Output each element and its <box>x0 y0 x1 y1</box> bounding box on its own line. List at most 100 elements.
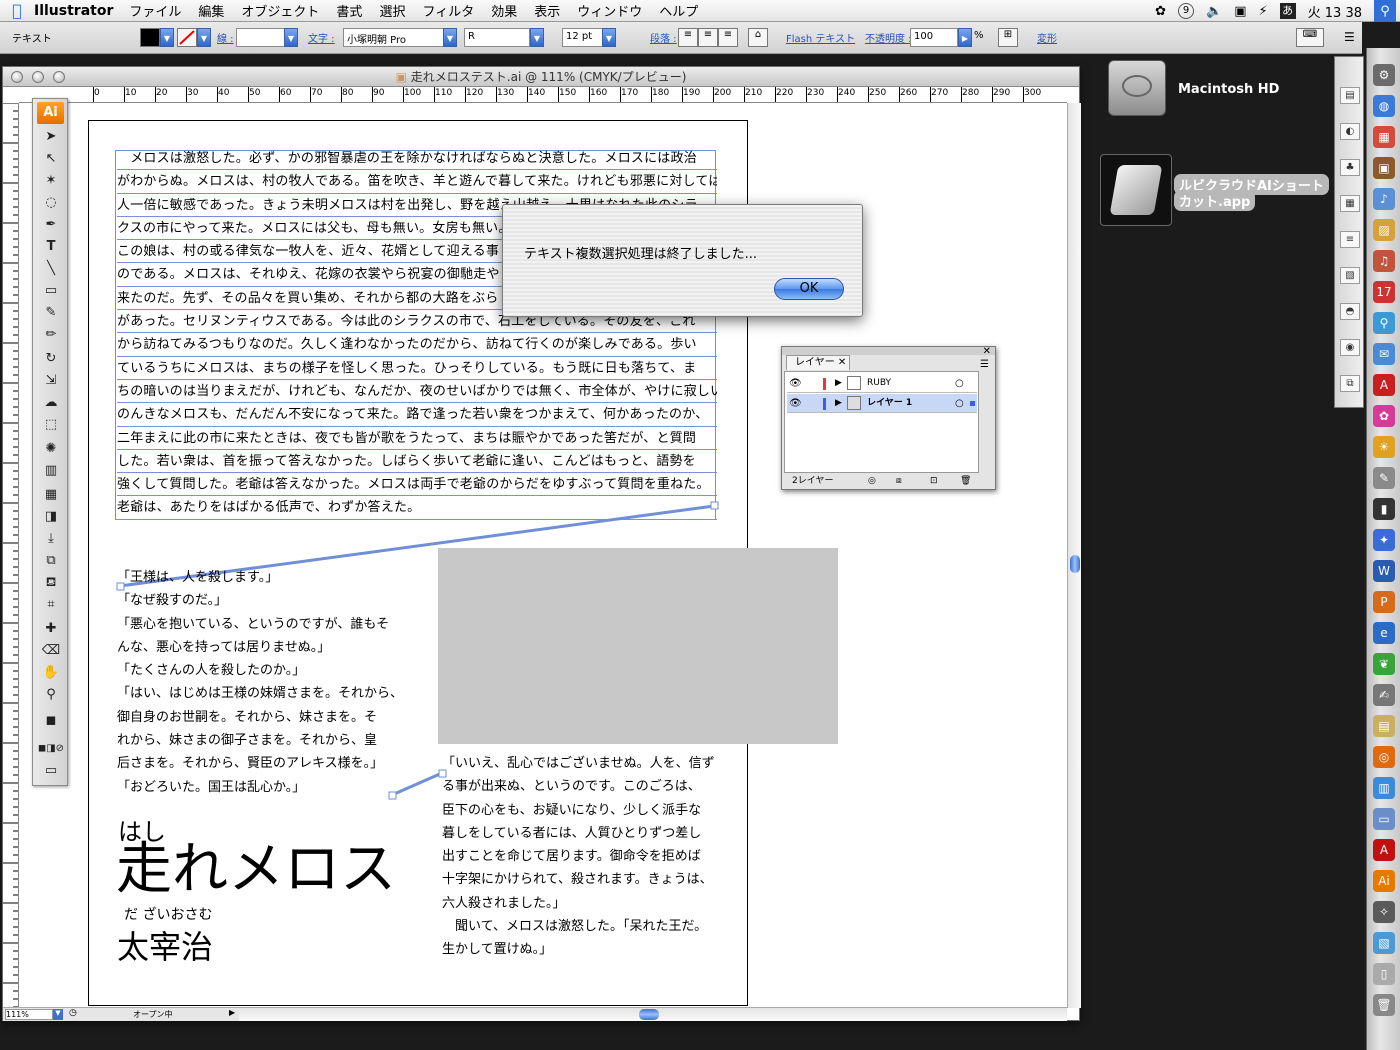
book-icon[interactable]: ▣ <box>1373 157 1395 179</box>
app-label-line2[interactable]: カット.app <box>1174 190 1256 211</box>
live-paint-tool-icon[interactable]: ⛾ <box>37 573 65 593</box>
pdf-icon[interactable]: A <box>1373 374 1395 396</box>
script-icon[interactable]: ✍ <box>1373 684 1395 706</box>
layer-name[interactable]: RUBY <box>867 374 891 393</box>
search-icon[interactable]: ⚲ <box>1373 312 1395 334</box>
warp-tool-icon[interactable]: ☁ <box>37 393 65 413</box>
hand-tool-icon[interactable]: ✋ <box>37 663 65 683</box>
panel-menu-icon[interactable]: ☰ <box>980 359 989 370</box>
rotate-tool-icon[interactable]: ↻ <box>37 349 65 369</box>
eye-icon[interactable]: 👁 <box>789 394 802 413</box>
w-icon[interactable]: W <box>1373 560 1395 582</box>
mesh-tool-icon[interactable]: ▦ <box>37 485 65 505</box>
chart-icon[interactable]: ▥ <box>1373 777 1395 799</box>
display-icon[interactable]: ▣ <box>1234 4 1246 19</box>
selection-tool-icon[interactable]: ➤ <box>37 127 65 147</box>
lasso-tool-icon[interactable]: ◌ <box>37 193 65 213</box>
terminal-icon[interactable]: ▮ <box>1373 498 1395 520</box>
panel-grip[interactable] <box>782 347 995 355</box>
graph-tool-icon[interactable]: ▥ <box>37 461 65 481</box>
target-icon[interactable]: ○ <box>955 394 964 413</box>
type-tool-icon[interactable]: T <box>37 237 65 257</box>
zoom-tool-icon[interactable]: ⚲ <box>37 685 65 705</box>
layer-row[interactable]: 👁 ▶ RUBY ○ <box>787 374 977 393</box>
paintbrush-tool-icon[interactable]: ✎ <box>37 303 65 323</box>
text-line[interactable]: 「悪心を抱いている、というのですが、誰もそ <box>117 613 403 636</box>
clipping-mask-icon[interactable]: ⧈ <box>896 474 902 488</box>
flower-icon[interactable]: ✿ <box>1373 405 1395 427</box>
docs-icon[interactable]: ▯ <box>1373 963 1395 985</box>
p-icon[interactable]: P <box>1373 591 1395 613</box>
slice-tool-icon[interactable]: ✚ <box>37 619 65 639</box>
ical-icon[interactable]: 17 <box>1373 281 1395 303</box>
selection-indicator[interactable] <box>970 401 975 406</box>
spotlight-icon[interactable]: ⚲ <box>1374 0 1396 22</box>
gear-icon[interactable]: ⚙ <box>1373 64 1395 86</box>
text-line[interactable]: んな、悪心を持っては居りませぬ。」 <box>117 636 403 659</box>
swatches-panel-icon[interactable]: ▤ <box>1340 87 1360 104</box>
new-layer-icon[interactable]: ⊡ <box>930 474 938 488</box>
direct-selection-tool-icon[interactable]: ↖ <box>37 149 65 169</box>
hard-drive-icon[interactable] <box>1108 60 1166 116</box>
eraser-tool-icon[interactable]: ⌫ <box>37 641 65 661</box>
sun-icon[interactable]: ☀ <box>1373 436 1395 458</box>
graphic-styles-icon[interactable]: ▦ <box>1340 195 1360 212</box>
expand-triangle-icon[interactable]: ▶ <box>835 374 842 393</box>
target-icon[interactable]: ○ <box>955 374 964 393</box>
ok-button[interactable]: OK <box>774 278 844 300</box>
input-method[interactable]: あ <box>1279 3 1296 19</box>
gradient-panel-icon[interactable]: ▧ <box>1340 267 1360 284</box>
layer-name[interactable]: レイヤー 1 <box>867 394 912 413</box>
blend-tool-icon[interactable]: ⧉ <box>37 551 65 571</box>
firefox-icon[interactable]: ◎ <box>1373 746 1395 768</box>
text-line[interactable]: 御自身のお世嗣を。それから、妹さまを。そ <box>117 706 403 729</box>
text-line[interactable]: 聞いて、メロスは激怒した。「呆れた王だ。 <box>442 915 715 938</box>
expand-triangle-icon[interactable]: ▶ <box>835 394 842 413</box>
text-line[interactable]: る事が出来ぬ、というのです。このごろは、 <box>442 775 715 798</box>
layer-row[interactable]: 👁 ▶ レイヤー 1 ○ <box>787 394 977 413</box>
author-name[interactable]: 太宰治 <box>117 922 213 968</box>
trash-icon[interactable]: 🗑 <box>1373 994 1395 1016</box>
globe-icon[interactable]: ◍ <box>1373 95 1395 117</box>
text-line[interactable]: 生かして置けぬ。」 <box>442 938 715 961</box>
ie-icon[interactable]: e <box>1373 622 1395 644</box>
volume-icon[interactable]: 🔈 <box>1206 4 1222 19</box>
app-icon[interactable]: ✧ <box>1373 901 1395 923</box>
text-line[interactable]: 「はい、はじめは王様の妹婿さまを。それから、 <box>117 682 403 705</box>
text-line[interactable]: 臣下の心をも、お疑いになり、少しく派手な <box>442 799 715 822</box>
rectangle-tool-icon[interactable]: ▭ <box>37 281 65 301</box>
text-line[interactable]: 「なぜ殺すのだ。」 <box>117 589 403 612</box>
mail-icon[interactable]: ✉ <box>1373 343 1395 365</box>
story-title[interactable]: 走れメロス <box>116 838 396 902</box>
brushes-panel-icon[interactable]: ◐ <box>1340 123 1360 140</box>
screen-mode-icon[interactable]: ▭ <box>37 761 65 781</box>
text-line[interactable]: れから、妹さまの御子さまを。それから、皇 <box>117 729 403 752</box>
workspace-icon[interactable]: ⌨ <box>1296 28 1324 47</box>
control-menu-icon[interactable]: ☰ <box>1344 30 1355 44</box>
photo-icon[interactable]: ▨ <box>1373 219 1395 241</box>
clock[interactable]: 火 13 38 <box>1308 2 1362 21</box>
tab-close-icon[interactable]: ✕ <box>838 357 846 368</box>
text-line[interactable]: 出すことを命じて居ります。御命令を拒めば <box>442 845 715 868</box>
text-line[interactable]: 六人殺されました。」 <box>442 892 715 915</box>
calendar-icon[interactable]: ▦ <box>1373 126 1395 148</box>
left-column-text[interactable]: 「王様は、人を殺します。」 「なぜ殺すのだ。」 「悪心を抱いている、というのですが、… <box>117 566 403 799</box>
stroke-panel-icon[interactable]: ≡ <box>1340 231 1360 248</box>
badge-count[interactable]: 9 <box>1178 3 1195 19</box>
pencil-tool-icon[interactable]: ✏ <box>37 325 65 345</box>
power-icon[interactable]: ⚡ <box>1259 4 1268 19</box>
preview-icon[interactable]: ▧ <box>1373 932 1395 954</box>
music-icon[interactable]: ♪ <box>1373 188 1395 210</box>
tab-layers[interactable]: レイヤー ✕ <box>786 355 850 370</box>
acrobat-icon[interactable]: A <box>1373 839 1395 861</box>
scale-tool-icon[interactable]: ⇲ <box>37 371 65 391</box>
leaf-icon[interactable]: ❦ <box>1373 653 1395 675</box>
gray-rectangle[interactable] <box>438 548 838 744</box>
right-column-text[interactable]: 「いいえ、乱心ではございませぬ。人を、信ず る事が出来ぬ、というのです。このごろは… <box>442 752 715 962</box>
app-shortcut-icon[interactable] <box>1100 154 1172 226</box>
fill-stroke-icon[interactable]: ◼ <box>37 711 65 731</box>
symbols-panel-icon[interactable]: ♣ <box>1340 159 1360 176</box>
eyedropper-tool-icon[interactable]: ⤓ <box>37 529 65 549</box>
eye-icon[interactable]: 👁 <box>789 374 802 393</box>
network-icon[interactable]: ✦ <box>1373 529 1395 551</box>
